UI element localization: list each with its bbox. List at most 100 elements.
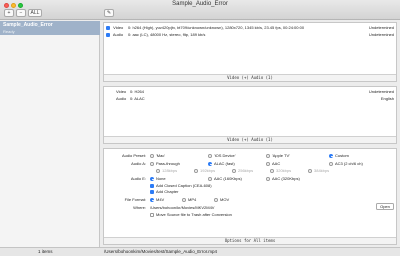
radio-icon (194, 168, 198, 173)
radio-icon (208, 176, 212, 181)
preset-ios-radio[interactable]: 'iOS Device' (208, 153, 236, 158)
radio-icon (270, 168, 274, 173)
language-select[interactable]: English (381, 95, 394, 102)
panel-footer: Video (+) Audio (1) (104, 136, 396, 143)
audio-a-passthrough-radio[interactable]: Pass-through (150, 161, 180, 166)
checkbox-label: Add Closed Caption (CEA-608) (156, 183, 212, 188)
track-status: Undetermined (368, 25, 394, 30)
track-desc: 0: ALAC (130, 96, 145, 101)
track-row[interactable]: Video 0: h264 (High), yuv420p(tv, bt709/… (106, 24, 396, 31)
radio-icon (150, 153, 154, 158)
checkbox-label: Move Source file to Trash after Conversi… (156, 212, 232, 217)
radio-label: MP4 (188, 197, 197, 202)
radio-label: 'iOS Device' (214, 153, 236, 158)
radio-icon (232, 168, 236, 173)
track-desc: 0: h264 (High), yuv420p(tv, bt709/unknow… (128, 25, 305, 30)
track-kind: Video (113, 25, 124, 30)
bitrate-radio[interactable]: 192kbps (194, 168, 215, 173)
window-title: Sample_Audio_Error (172, 1, 228, 7)
radio-icon (214, 197, 218, 202)
radio-label: 384kbps (314, 168, 330, 173)
radio-label: M4V (156, 197, 165, 202)
preset-appletv-radio[interactable]: 'Apple TV' (266, 153, 290, 158)
radio-icon (182, 197, 186, 202)
all-button[interactable]: ALL (28, 9, 42, 17)
radio-icon (329, 153, 333, 158)
track-checkbox[interactable] (106, 25, 110, 30)
sidebar-item-title: Sample_Audio_Error (3, 22, 53, 28)
track-kind: Video (116, 89, 127, 94)
checkbox-icon (150, 183, 154, 188)
radio-label: MOV (220, 197, 230, 202)
track-desc: 0: H264 (130, 89, 145, 94)
bitrate-radio[interactable]: 384kbps (308, 168, 329, 173)
audio-a-ac3-radio[interactable]: AC3 (2 ch/6 ch) (329, 161, 363, 166)
track-kind: Audio (116, 96, 127, 101)
track-kind: Audio (112, 32, 124, 37)
where-path: /Users/bohoon/kr/Movies/MKV2M4V (150, 205, 215, 210)
options-panel: Audio Preset: 'Mac' 'iOS Device' 'Apple … (103, 148, 397, 245)
radio-icon (266, 176, 270, 181)
checkbox-icon (150, 189, 154, 194)
radio-label: ALAC (fast) (214, 161, 235, 166)
closed-caption-checkbox[interactable]: Add Closed Caption (CEA-608) (150, 183, 212, 188)
audio-a-alac-radio[interactable]: ALAC (fast) (208, 161, 235, 166)
radio-icon (150, 197, 154, 202)
radio-label: AAC (272, 161, 281, 166)
track-status: Undetermined (368, 89, 394, 94)
audio-e-aac160-radio[interactable]: AAC (160Kbps) (208, 176, 242, 181)
remove-button[interactable]: − (16, 9, 26, 17)
trash-source-checkbox[interactable]: Move Source file to Trash after Conversi… (150, 212, 232, 217)
panel-footer: Options for All items (104, 237, 396, 244)
open-button[interactable]: Open (376, 203, 394, 210)
format-m4v-radio[interactable]: M4V (150, 197, 164, 202)
item-count: 1 items (38, 249, 53, 254)
radio-icon (150, 176, 154, 181)
chapter-checkbox[interactable]: Add Chapter (150, 189, 178, 194)
where-label: Where: (133, 205, 146, 210)
radio-label: AAC (160Kbps) (214, 176, 242, 181)
radio-icon (308, 168, 312, 173)
radio-label: None (156, 176, 166, 181)
radio-label: AC3 (2 ch/6 ch) (335, 161, 363, 166)
file-format-label: File Format: (124, 197, 146, 202)
radio-icon (329, 161, 333, 166)
radio-label: AAC (320Kbps) (272, 176, 300, 181)
sidebar-item-status: Ready (3, 29, 15, 34)
output-track-row[interactable]: Audio 0: ALAC English (106, 95, 396, 102)
format-mp4-radio[interactable]: MP4 (182, 197, 196, 202)
radio-label: Custom (335, 153, 349, 158)
radio-label: 128kbps (162, 168, 178, 173)
audio-e-aac320-radio[interactable]: AAC (320Kbps) (266, 176, 300, 181)
track-row[interactable]: Audio 0: aac (LC), 48000 Hz, stereo, flt… (106, 31, 396, 38)
radio-label: 320kbps (276, 168, 292, 173)
format-mov-radio[interactable]: MOV (214, 197, 229, 202)
add-button[interactable]: + (4, 9, 14, 17)
bitrate-radio[interactable]: 256kbps (232, 168, 253, 173)
output-track-row[interactable]: Video 0: H264 Undetermined (106, 88, 396, 95)
bitrate-radio[interactable]: 320kbps (270, 168, 291, 173)
file-path: /Users/bohoonkim/Movies/test/Sample_Audi… (104, 249, 218, 254)
preset-mac-radio[interactable]: 'Mac' (150, 153, 165, 158)
checkbox-label: Add Chapter (156, 189, 179, 194)
source-tracks-panel: Video 0: h264 (High), yuv420p(tv, bt709/… (103, 22, 397, 82)
track-desc: 0: aac (LC), 48000 Hz, stereo, fltp, 189… (128, 32, 206, 37)
audio-e-label: Audio E: (130, 176, 146, 181)
track-checkbox[interactable] (106, 32, 110, 37)
bitrate-radio[interactable]: 128kbps (156, 168, 177, 173)
app-window: Sample_Audio_Error + − ALL ✎ Sample_Audi… (0, 0, 400, 256)
audio-a-aac-radio[interactable]: AAC (266, 161, 280, 166)
radio-label: Pass-through (156, 161, 180, 166)
audio-preset-label: Audio Preset: (121, 153, 146, 158)
sidebar-item[interactable]: Sample_Audio_Error Ready (0, 21, 100, 35)
radio-label: 256kbps (238, 168, 254, 173)
radio-label: 'Mac' (156, 153, 166, 158)
title-bar: Sample_Audio_Error + − ALL ✎ (0, 0, 400, 20)
radio-icon (208, 153, 212, 158)
preset-custom-radio[interactable]: Custom (329, 153, 349, 158)
edit-button[interactable]: ✎ (104, 9, 114, 17)
audio-a-label: Audio A: (131, 161, 146, 166)
radio-icon (208, 161, 212, 166)
radio-icon (150, 161, 154, 166)
audio-e-none-radio[interactable]: None (150, 176, 166, 181)
